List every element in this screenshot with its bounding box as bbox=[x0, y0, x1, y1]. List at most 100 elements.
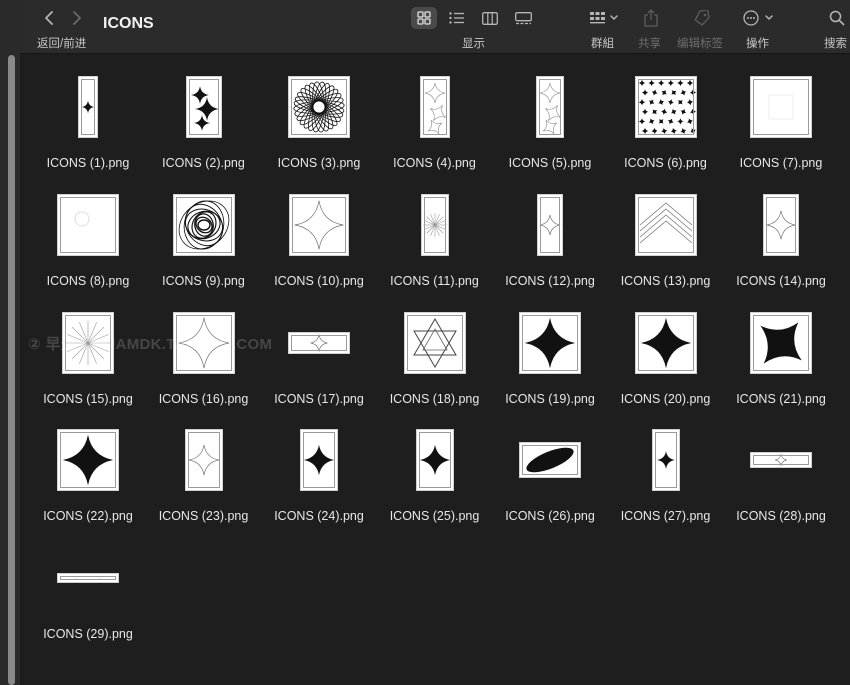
file-name: ICONS (12).png bbox=[505, 273, 595, 288]
file-thumbnail[interactable] bbox=[608, 185, 724, 265]
file-thumbnail[interactable] bbox=[723, 420, 839, 500]
file-item[interactable]: ICONS (15).png bbox=[30, 303, 146, 421]
file-thumbnail[interactable] bbox=[30, 67, 146, 147]
gallery-view-button[interactable] bbox=[510, 7, 536, 29]
file-thumbnail[interactable] bbox=[492, 67, 608, 147]
more-icon bbox=[743, 10, 773, 26]
file-name: ICONS (22).png bbox=[43, 509, 133, 524]
file-thumbnail[interactable] bbox=[146, 185, 262, 265]
ellipse-icon bbox=[519, 442, 581, 479]
file-item[interactable]: ICONS (10).png bbox=[261, 185, 377, 303]
file-item[interactable]: ICONS (22).png bbox=[30, 420, 146, 538]
file-item[interactable]: ICONS (26).png bbox=[492, 420, 608, 538]
solid-star-icon bbox=[519, 311, 581, 374]
file-item[interactable]: ICONS (27).png bbox=[608, 420, 724, 538]
forward-icon[interactable] bbox=[68, 9, 86, 27]
file-grid: ICONS (1).png ICONS (2).png ICONS (3).png I… bbox=[20, 53, 850, 685]
edit-tags-label: 编辑标签 bbox=[677, 38, 723, 50]
file-item[interactable]: ICONS (28).png bbox=[723, 420, 839, 538]
file-thumbnail[interactable] bbox=[261, 185, 377, 265]
file-thumbnail[interactable] bbox=[492, 185, 608, 265]
file-thumbnail[interactable] bbox=[30, 538, 146, 618]
file-item[interactable]: ICONS (19).png bbox=[492, 303, 608, 421]
file-thumbnail[interactable] bbox=[608, 420, 724, 500]
file-name: ICONS (4).png bbox=[393, 156, 476, 170]
spiral-lens-icon bbox=[288, 76, 350, 138]
file-name: ICONS (25).png bbox=[389, 509, 480, 524]
columns-icon bbox=[482, 11, 498, 25]
file-item[interactable]: ICONS (8).png bbox=[30, 185, 146, 303]
file-item[interactable]: ICONS (5).png bbox=[492, 67, 608, 185]
file-item[interactable]: ICONS (23).png bbox=[146, 420, 262, 538]
file-item[interactable]: ICONS (11).png bbox=[377, 185, 493, 303]
file-item[interactable]: ICONS (1).png bbox=[30, 67, 146, 185]
file-thumbnail[interactable] bbox=[492, 420, 608, 500]
file-thumbnail[interactable] bbox=[30, 185, 146, 265]
grid-icon bbox=[417, 11, 431, 25]
file-item[interactable]: ICONS (18).png bbox=[377, 303, 493, 421]
column-view-button[interactable] bbox=[477, 7, 503, 29]
file-name: ICONS (6).png bbox=[624, 156, 707, 170]
file-item[interactable]: ICONS (29).png bbox=[30, 538, 146, 656]
file-item[interactable]: ICONS (25).png bbox=[377, 420, 493, 538]
action-button[interactable] bbox=[742, 9, 776, 27]
file-name: ICONS (10).png bbox=[274, 273, 364, 288]
file-thumbnail[interactable] bbox=[723, 303, 839, 383]
file-item[interactable]: ICONS (12).png bbox=[492, 185, 608, 303]
file-item[interactable]: ICONS (7).png bbox=[723, 67, 839, 185]
file-thumbnail[interactable] bbox=[146, 420, 262, 500]
outline-star-icon bbox=[537, 193, 563, 256]
file-name: ICONS (28).png bbox=[736, 509, 826, 524]
file-item[interactable]: ICONS (16).png bbox=[146, 303, 262, 421]
faint-sparkles-icon bbox=[536, 76, 564, 138]
group-label: 群組 bbox=[591, 38, 614, 50]
vertical-scrollbar[interactable] bbox=[8, 55, 15, 685]
file-thumbnail[interactable] bbox=[492, 303, 608, 383]
file-item[interactable]: ICONS (20).png bbox=[608, 303, 724, 421]
file-thumbnail[interactable] bbox=[261, 303, 377, 383]
chevrons-icon bbox=[634, 193, 697, 256]
search-label: 搜索 bbox=[824, 38, 847, 50]
search-icon[interactable] bbox=[828, 9, 846, 27]
file-thumbnail[interactable] bbox=[608, 303, 724, 383]
file-name: ICONS (3).png bbox=[277, 156, 361, 170]
file-thumbnail[interactable] bbox=[30, 420, 146, 500]
group-button[interactable] bbox=[587, 9, 621, 27]
file-thumbnail[interactable] bbox=[377, 67, 493, 147]
outline-star-icon bbox=[750, 452, 812, 469]
file-item[interactable]: ICONS (17).png bbox=[261, 303, 377, 421]
file-item[interactable]: ICONS (4).png bbox=[377, 67, 493, 185]
file-item[interactable]: ICONS (24).png bbox=[261, 420, 377, 538]
file-thumbnail[interactable] bbox=[30, 303, 146, 383]
file-thumbnail[interactable] bbox=[146, 303, 262, 383]
file-name: ICONS (23).png bbox=[158, 509, 249, 524]
back-icon[interactable] bbox=[40, 9, 58, 27]
file-item[interactable]: ICONS (14).png bbox=[723, 185, 839, 303]
hex-star-icon bbox=[403, 311, 466, 374]
file-thumbnail[interactable] bbox=[261, 67, 377, 147]
file-item[interactable]: ICONS (6).png bbox=[608, 67, 724, 185]
file-item[interactable]: ICONS (3).png bbox=[261, 67, 377, 185]
file-thumbnail[interactable] bbox=[377, 420, 493, 500]
action-label: 操作 bbox=[746, 38, 769, 50]
file-thumbnail[interactable] bbox=[261, 420, 377, 500]
blank-square-icon bbox=[57, 573, 119, 584]
solid-star-icon bbox=[415, 429, 454, 492]
file-name: ICONS (20).png bbox=[620, 391, 711, 406]
file-name: ICONS (14).png bbox=[736, 273, 826, 288]
file-item[interactable]: ICONS (9).png bbox=[146, 185, 262, 303]
file-thumbnail[interactable] bbox=[723, 67, 839, 147]
burst-lines-icon bbox=[420, 193, 449, 256]
icon-view-button[interactable] bbox=[411, 7, 437, 29]
file-item[interactable]: ICONS (2).png bbox=[146, 67, 262, 185]
file-thumbnail[interactable] bbox=[377, 303, 493, 383]
file-thumbnail[interactable] bbox=[146, 67, 262, 147]
file-item[interactable]: ICONS (21).png bbox=[723, 303, 839, 421]
file-thumbnail[interactable] bbox=[377, 185, 493, 265]
file-thumbnail[interactable] bbox=[723, 185, 839, 265]
file-thumbnail[interactable] bbox=[608, 67, 724, 147]
list-view-button[interactable] bbox=[444, 7, 470, 29]
faint-sparkles-icon bbox=[419, 76, 450, 138]
file-item[interactable]: ICONS (13).png bbox=[608, 185, 724, 303]
outline-star-icon bbox=[288, 331, 350, 354]
